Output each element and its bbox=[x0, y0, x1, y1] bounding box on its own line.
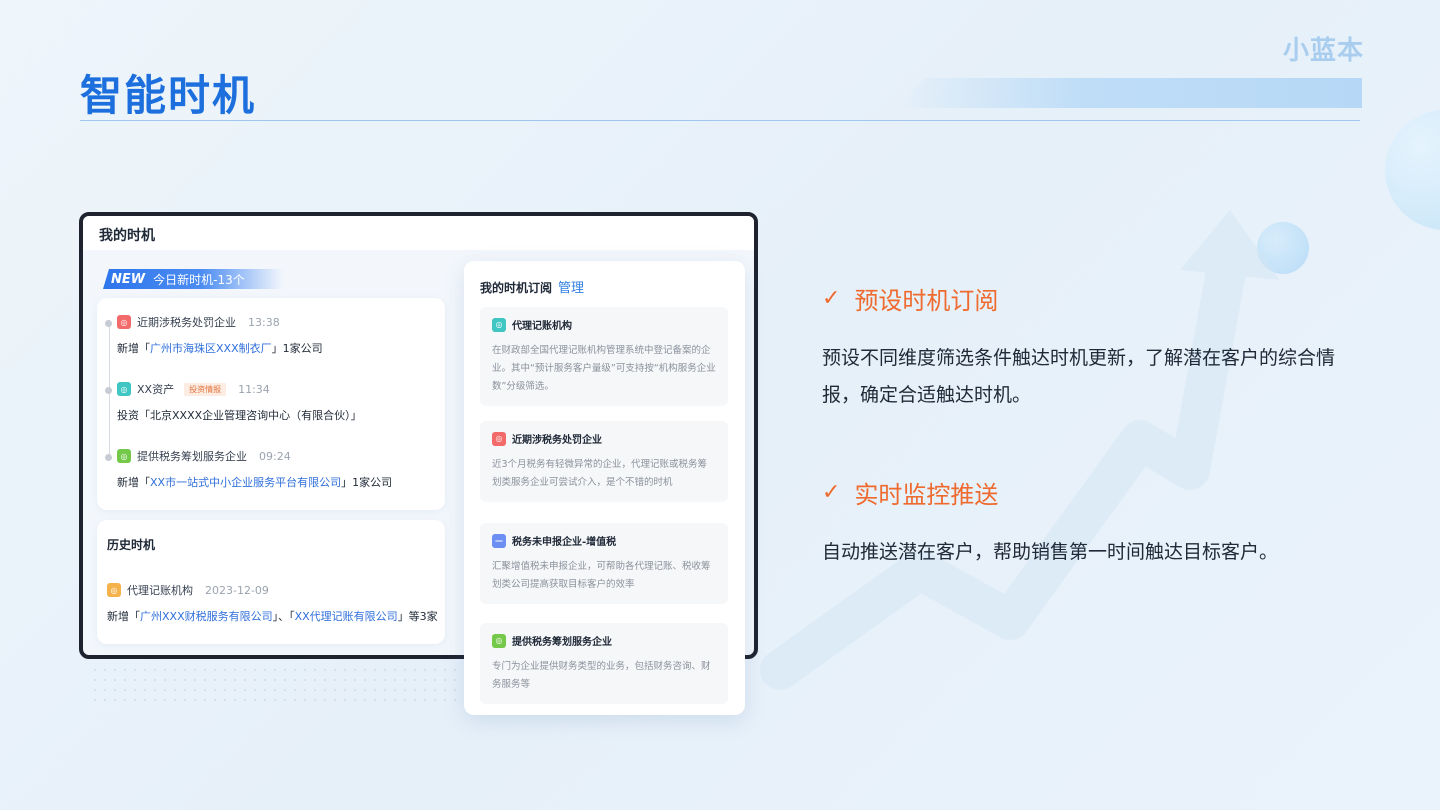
item-time: 09:24 bbox=[259, 449, 291, 463]
feature-desc: 预设不同维度筛选条件触达时机更新，了解潜在客户的综合情报，确定合适触达时机。 bbox=[822, 347, 1336, 406]
item-suffix: 」1家公司 bbox=[341, 476, 393, 489]
red-square-icon: ◎ bbox=[117, 315, 131, 329]
new-opportunities-badge[interactable]: NEW 今日新时机-13个 bbox=[103, 269, 283, 289]
subscription-card[interactable]: ◎ 提供税务筹划服务企业 专门为企业提供财务类型的业务，包括财务咨询、财务服务等 bbox=[480, 623, 728, 704]
status-badge: 投资情报 bbox=[184, 382, 227, 396]
card-desc: 在财政部全国代理记账机构管理系统中登记备案的企业。其中“预计服务客户量级”可支持… bbox=[492, 345, 716, 392]
feature-title: 实时监控推送 bbox=[854, 481, 999, 509]
checkmark-icon: ✓ bbox=[822, 286, 841, 311]
item-text: 投资「北京XXXX企业管理咨询中心（有限合伙）」 bbox=[117, 409, 362, 422]
card-desc: 专门为企业提供财务类型的业务，包括财务咨询、财务服务等 bbox=[492, 661, 711, 690]
item-prefix: 新增「 bbox=[117, 342, 150, 355]
item-separator: 」、「 bbox=[272, 610, 295, 623]
feature-preset-subscription: ✓ 预设时机订阅 预设不同维度筛选条件触达时机更新，了解潜在客户的综合情报，确定… bbox=[822, 281, 1342, 414]
today-opportunities-card: ◎ 近期涉税务处罚企业 13:38 新增「广州市海珠区XXX制衣厂」1家公司 ◎… bbox=[97, 298, 445, 510]
item-suffix: 」1家公司 bbox=[271, 342, 323, 355]
teal-square-icon: ◎ bbox=[492, 317, 506, 332]
orange-square-icon: ◎ bbox=[107, 583, 121, 597]
manage-link[interactable]: 管理 bbox=[558, 281, 584, 296]
company-link[interactable]: XX代理记账有限公司 bbox=[295, 610, 398, 623]
item-date: 2023-12-09 bbox=[205, 583, 269, 597]
item-suffix: 」等3家 bbox=[397, 610, 438, 623]
new-label: NEW bbox=[111, 271, 146, 287]
history-title: 历史时机 bbox=[107, 538, 156, 552]
item-label: XX资产 bbox=[137, 383, 175, 396]
feature-realtime-push: ✓ 实时监控推送 自动推送潜在客户，帮助销售第一时间触达目标客户。 bbox=[822, 475, 1342, 571]
timeline-dot bbox=[105, 320, 112, 327]
page-title: 智能时机 bbox=[80, 71, 257, 120]
card-title: 税务未申报企业-增值税 bbox=[512, 537, 617, 548]
subscription-card[interactable]: — 税务未申报企业-增值税 汇聚增值税未申报企业，可帮助各代理记账、税收筹划类公司… bbox=[480, 523, 728, 604]
decorative-bubble bbox=[1385, 110, 1440, 230]
card-desc: 近3个月税务有轻微异常的企业，代理记账或税务筹划类服务企业可尝试介入，是个不错的… bbox=[492, 459, 708, 488]
company-link[interactable]: 广州市海珠区XXX制衣厂 bbox=[150, 342, 272, 355]
brand-logo: 小蓝本 bbox=[1283, 36, 1365, 66]
new-count-text: 今日新时机-13个 bbox=[153, 272, 245, 287]
checkmark-icon: ✓ bbox=[822, 480, 841, 505]
subscription-card[interactable]: ◎ 近期涉税务处罚企业 近3个月税务有轻微异常的企业，代理记账或税务筹划类服务企业… bbox=[480, 421, 728, 502]
item-prefix: 新增「 bbox=[117, 476, 150, 489]
card-desc: 汇聚增值税未申报企业，可帮助各代理记账、税收筹划类公司提高获取目标客户的效率 bbox=[492, 561, 711, 590]
item-time: 11:34 bbox=[238, 382, 270, 396]
feature-desc: 自动推送潜在客户，帮助销售第一时间触达目标客户。 bbox=[822, 541, 1279, 563]
company-link[interactable]: XX市一站式中小企业服务平台有限公司 bbox=[150, 476, 341, 489]
title-divider bbox=[80, 120, 1360, 121]
timeline-dot bbox=[105, 454, 112, 461]
item-label: 提供税务筹划服务企业 bbox=[137, 450, 247, 463]
subscription-card[interactable]: ◎ 代理记账机构 在财政部全国代理记账机构管理系统中登记备案的企业。其中“预计服务… bbox=[480, 307, 728, 406]
card-title: 代理记账机构 bbox=[512, 321, 572, 332]
feature-title: 预设时机订阅 bbox=[854, 287, 999, 315]
history-opportunities-card: 历史时机 ◎ 代理记账机构 2023-12-09 新增「广州XXX财税服务有限公… bbox=[97, 520, 445, 644]
teal-square-icon: ◎ bbox=[117, 382, 131, 396]
card-title: 提供税务筹划服务企业 bbox=[512, 637, 612, 648]
panel-title: 我的时机 bbox=[83, 216, 754, 250]
subscription-title: 我的时机订阅 管理 bbox=[480, 281, 585, 296]
background-arrow-graphic bbox=[760, 210, 1280, 690]
company-link[interactable]: 广州XXX财税服务有限公司 bbox=[140, 610, 273, 623]
item-time: 13:38 bbox=[248, 315, 280, 329]
green-square-icon: ◎ bbox=[492, 633, 506, 648]
item-prefix: 新增「 bbox=[107, 610, 140, 623]
red-square-icon: ◎ bbox=[492, 431, 506, 446]
title-decoration-band bbox=[895, 78, 1362, 108]
item-label: 近期涉税务处罚企业 bbox=[137, 316, 236, 329]
subscription-panel: 我的时机订阅 管理 ◎ 代理记账机构 在财政部全国代理记账机构管理系统中登记备案的企… bbox=[464, 261, 745, 715]
blue-square-icon: — bbox=[492, 533, 506, 548]
green-square-icon: ◎ bbox=[117, 449, 131, 463]
timeline-dot bbox=[105, 387, 112, 394]
card-title: 近期涉税务处罚企业 bbox=[512, 435, 602, 446]
item-label: 代理记账机构 bbox=[127, 584, 193, 597]
